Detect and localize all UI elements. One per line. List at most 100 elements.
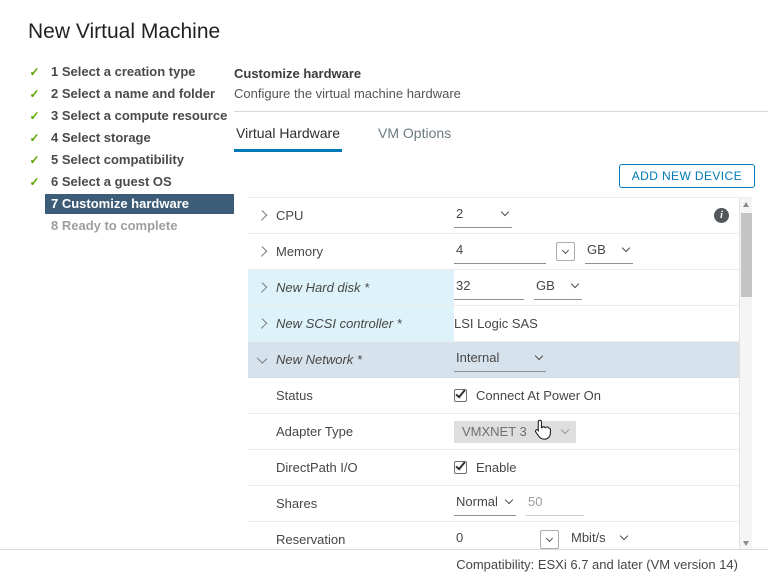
row-new-hard-disk[interactable]: New Hard disk * GB bbox=[248, 270, 739, 306]
scrollbar-thumb[interactable] bbox=[741, 213, 752, 297]
row-label: Reservation bbox=[276, 532, 346, 547]
row-status-label-zone: Status bbox=[248, 378, 454, 413]
caret-down-icon bbox=[534, 351, 544, 360]
chevron-right-icon[interactable] bbox=[256, 282, 268, 293]
hardware-rows: CPU 2 i Memory 4 GB New Hard disk * 32 G… bbox=[248, 198, 739, 550]
check-icon: ✓ bbox=[29, 175, 40, 189]
connect-at-power-on-checkbox[interactable] bbox=[454, 387, 467, 402]
check-icon: ✓ bbox=[29, 87, 40, 101]
memory-unit-select[interactable]: GB bbox=[585, 240, 633, 264]
step-label: 4 Select storage bbox=[51, 130, 151, 145]
sidebar-step-2[interactable]: ✓ 2 Select a name and folder bbox=[0, 83, 234, 105]
row-cpu[interactable]: CPU 2 i bbox=[248, 198, 739, 234]
adapter-type-value: VMXNET 3 bbox=[462, 424, 527, 439]
row-network-control-zone: Internal bbox=[454, 342, 739, 377]
step-label: 7 Customize hardware bbox=[45, 194, 234, 214]
step-label: 3 Select a compute resource bbox=[51, 108, 228, 123]
compatibility-text: Compatibility: ESXi 6.7 and later (VM ve… bbox=[456, 557, 738, 572]
row-cpu-control-zone: 2 i bbox=[454, 198, 739, 233]
sidebar-step-4[interactable]: ✓ 4 Select storage bbox=[0, 127, 234, 149]
step-label: 5 Select compatibility bbox=[51, 152, 184, 167]
row-shares-label-zone: Shares bbox=[248, 486, 454, 521]
shares-custom-input bbox=[526, 491, 584, 516]
row-memory[interactable]: Memory GB bbox=[248, 234, 739, 270]
checkbox-label: Connect At Power On bbox=[476, 388, 602, 403]
hard-disk-unit-value: GB bbox=[536, 277, 555, 293]
caret-down-icon bbox=[560, 425, 570, 435]
check-icon bbox=[455, 459, 466, 471]
row-label: Shares bbox=[276, 496, 318, 511]
shares-level-value: Normal bbox=[456, 493, 498, 509]
wizard-title: New Virtual Machine bbox=[28, 20, 221, 43]
row-label: DirectPath I/O bbox=[276, 460, 358, 475]
hard-disk-size-input[interactable] bbox=[454, 275, 524, 300]
tab-virtual-hardware[interactable]: Virtual Hardware bbox=[234, 118, 343, 152]
row-directpath-label-zone: DirectPath I/O bbox=[248, 450, 454, 485]
row-label: New Hard disk * bbox=[276, 280, 370, 295]
chevron-down-icon[interactable] bbox=[256, 352, 268, 364]
caret-down-icon bbox=[504, 495, 514, 504]
step-label: 6 Select a guest OS bbox=[51, 174, 172, 189]
wizard-steps-sidebar: ✓ 1 Select a creation type ✓ 2 Select a … bbox=[0, 61, 234, 550]
row-scsi-control-zone: LSI Logic SAS bbox=[454, 306, 739, 341]
content-heading: Customize hardware bbox=[234, 66, 362, 81]
row-status-control-zone: Connect At Power On bbox=[454, 378, 739, 413]
sidebar-step-3[interactable]: ✓ 3 Select a compute resource bbox=[0, 105, 234, 127]
adapter-type-select[interactable]: VMXNET 3 bbox=[454, 420, 576, 443]
row-label: Status bbox=[276, 388, 313, 403]
footer-bar: Compatibility: ESXi 6.7 and later (VM ve… bbox=[0, 549, 768, 579]
scroll-up-button[interactable] bbox=[740, 198, 752, 211]
row-hard-disk-label-zone: New Hard disk * bbox=[248, 270, 454, 305]
scrollbar[interactable] bbox=[739, 198, 752, 550]
step-label: 8 Ready to complete bbox=[51, 218, 178, 233]
chevron-right-icon[interactable] bbox=[256, 210, 268, 221]
check-icon: ✓ bbox=[29, 109, 40, 123]
row-label: Adapter Type bbox=[276, 424, 354, 439]
row-memory-label-zone: Memory bbox=[248, 234, 454, 269]
scsi-controller-value: LSI Logic SAS bbox=[454, 316, 538, 331]
row-new-scsi-controller[interactable]: New SCSI controller * LSI Logic SAS bbox=[248, 306, 739, 342]
sidebar-step-1[interactable]: ✓ 1 Select a creation type bbox=[0, 61, 234, 83]
row-adapter-type: Adapter Type VMXNET 3 bbox=[248, 414, 739, 450]
triangle-down-icon bbox=[743, 541, 749, 546]
sidebar-step-7-active[interactable]: 7 Customize hardware bbox=[0, 193, 234, 215]
header-divider bbox=[234, 111, 768, 112]
directpath-enable-checkbox[interactable] bbox=[454, 459, 467, 474]
network-select[interactable]: Internal bbox=[454, 348, 546, 372]
row-network-label-zone: New Network * bbox=[248, 342, 454, 377]
row-memory-control-zone: GB bbox=[454, 234, 739, 269]
sidebar-step-5[interactable]: ✓ 5 Select compatibility bbox=[0, 149, 234, 171]
hard-disk-unit-select[interactable]: GB bbox=[534, 276, 582, 300]
caret-down-icon bbox=[500, 207, 510, 216]
row-hard-disk-control-zone: GB bbox=[454, 270, 739, 305]
memory-size-stepper[interactable] bbox=[556, 242, 575, 261]
row-label: CPU bbox=[276, 208, 304, 223]
step-label: 2 Select a name and folder bbox=[51, 86, 216, 101]
toolbar: ADD NEW DEVICE bbox=[234, 164, 755, 188]
row-shares-control-zone: Normal bbox=[454, 486, 739, 521]
row-reservation-label-zone: Reservation bbox=[248, 522, 454, 550]
cpu-count-select[interactable]: 2 bbox=[454, 204, 512, 228]
reservation-stepper[interactable] bbox=[540, 530, 559, 549]
sidebar-step-8: 8 Ready to complete bbox=[0, 215, 234, 237]
row-new-network[interactable]: New Network * Internal bbox=[248, 342, 739, 378]
add-new-device-button[interactable]: ADD NEW DEVICE bbox=[618, 164, 755, 188]
check-icon: ✓ bbox=[29, 153, 40, 167]
reservation-input[interactable] bbox=[454, 527, 530, 550]
row-shares: Shares Normal bbox=[248, 486, 739, 522]
new-vm-wizard-dialog: New Virtual Machine ✓ 1 Select a creatio… bbox=[0, 0, 768, 579]
caret-down-icon bbox=[561, 246, 570, 255]
row-directpath-io: DirectPath I/O Enable bbox=[248, 450, 739, 486]
tab-vm-options[interactable]: VM Options bbox=[376, 118, 453, 152]
row-adapter-label-zone: Adapter Type bbox=[248, 414, 454, 449]
shares-level-select[interactable]: Normal bbox=[454, 492, 516, 516]
row-reservation: Reservation Mbit/s bbox=[248, 522, 739, 550]
sidebar-step-6[interactable]: ✓ 6 Select a guest OS bbox=[0, 171, 234, 193]
chevron-right-icon[interactable] bbox=[256, 246, 268, 257]
reservation-unit-select[interactable]: Mbit/s bbox=[569, 528, 631, 551]
memory-size-input[interactable] bbox=[454, 239, 546, 264]
wizard-layout: ✓ 1 Select a creation type ✓ 2 Select a … bbox=[0, 61, 768, 550]
info-icon[interactable]: i bbox=[714, 208, 729, 223]
reservation-unit-value: Mbit/s bbox=[571, 529, 606, 545]
chevron-right-icon[interactable] bbox=[256, 318, 268, 329]
